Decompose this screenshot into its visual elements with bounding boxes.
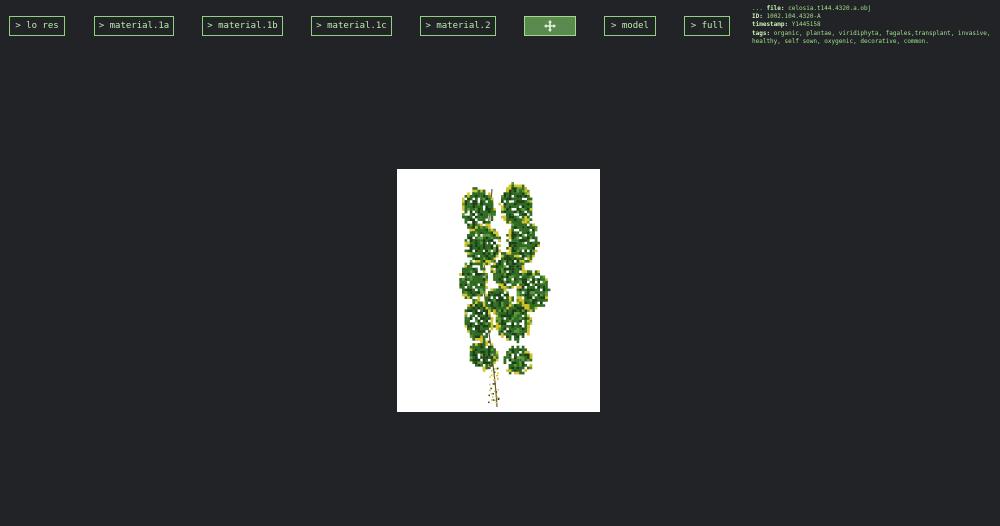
material-1b-button[interactable]: > material.1b	[202, 16, 283, 36]
meta-id-value: 1002.104.4320-A	[766, 13, 821, 21]
page: > lo res > material.1a > material.1b > m…	[0, 0, 1000, 526]
model-button[interactable]: > model	[604, 16, 656, 36]
meta-tags-value: organic, plantae, viridiphyta, fagales,t…	[752, 29, 991, 45]
meta-tags-row: tags: organic, plantae, viridiphyta, fag…	[752, 29, 991, 45]
material-1c-button[interactable]: > material.1c	[311, 16, 392, 36]
meta-timestamp-row: timestamp: Y1445158	[752, 21, 821, 29]
model-preview-viewport[interactable]	[397, 169, 600, 412]
file-metadata-panel: ... file: celosia.t144.4320.a.obj ID: 10…	[752, 5, 996, 46]
full-button[interactable]: > full	[684, 16, 730, 36]
material-2-button[interactable]: > material.2	[420, 16, 496, 36]
lo-res-button[interactable]: > lo res	[9, 16, 65, 36]
plant-model-image	[459, 182, 551, 408]
move-tool-button[interactable]	[524, 16, 576, 36]
toolbar: > lo res > material.1a > material.1b > m…	[0, 0, 740, 50]
meta-timestamp-value: Y1445158	[791, 21, 821, 29]
crosshair-move-icon	[525, 17, 575, 35]
material-1a-button[interactable]: > material.1a	[94, 16, 174, 36]
meta-id-row: ID: 1002.104.4320-A	[752, 13, 821, 21]
meta-file-value: celosia.t144.4320.a.obj	[788, 5, 872, 12]
meta-file-row: ... file: celosia.t144.4320.a.obj	[752, 5, 872, 12]
